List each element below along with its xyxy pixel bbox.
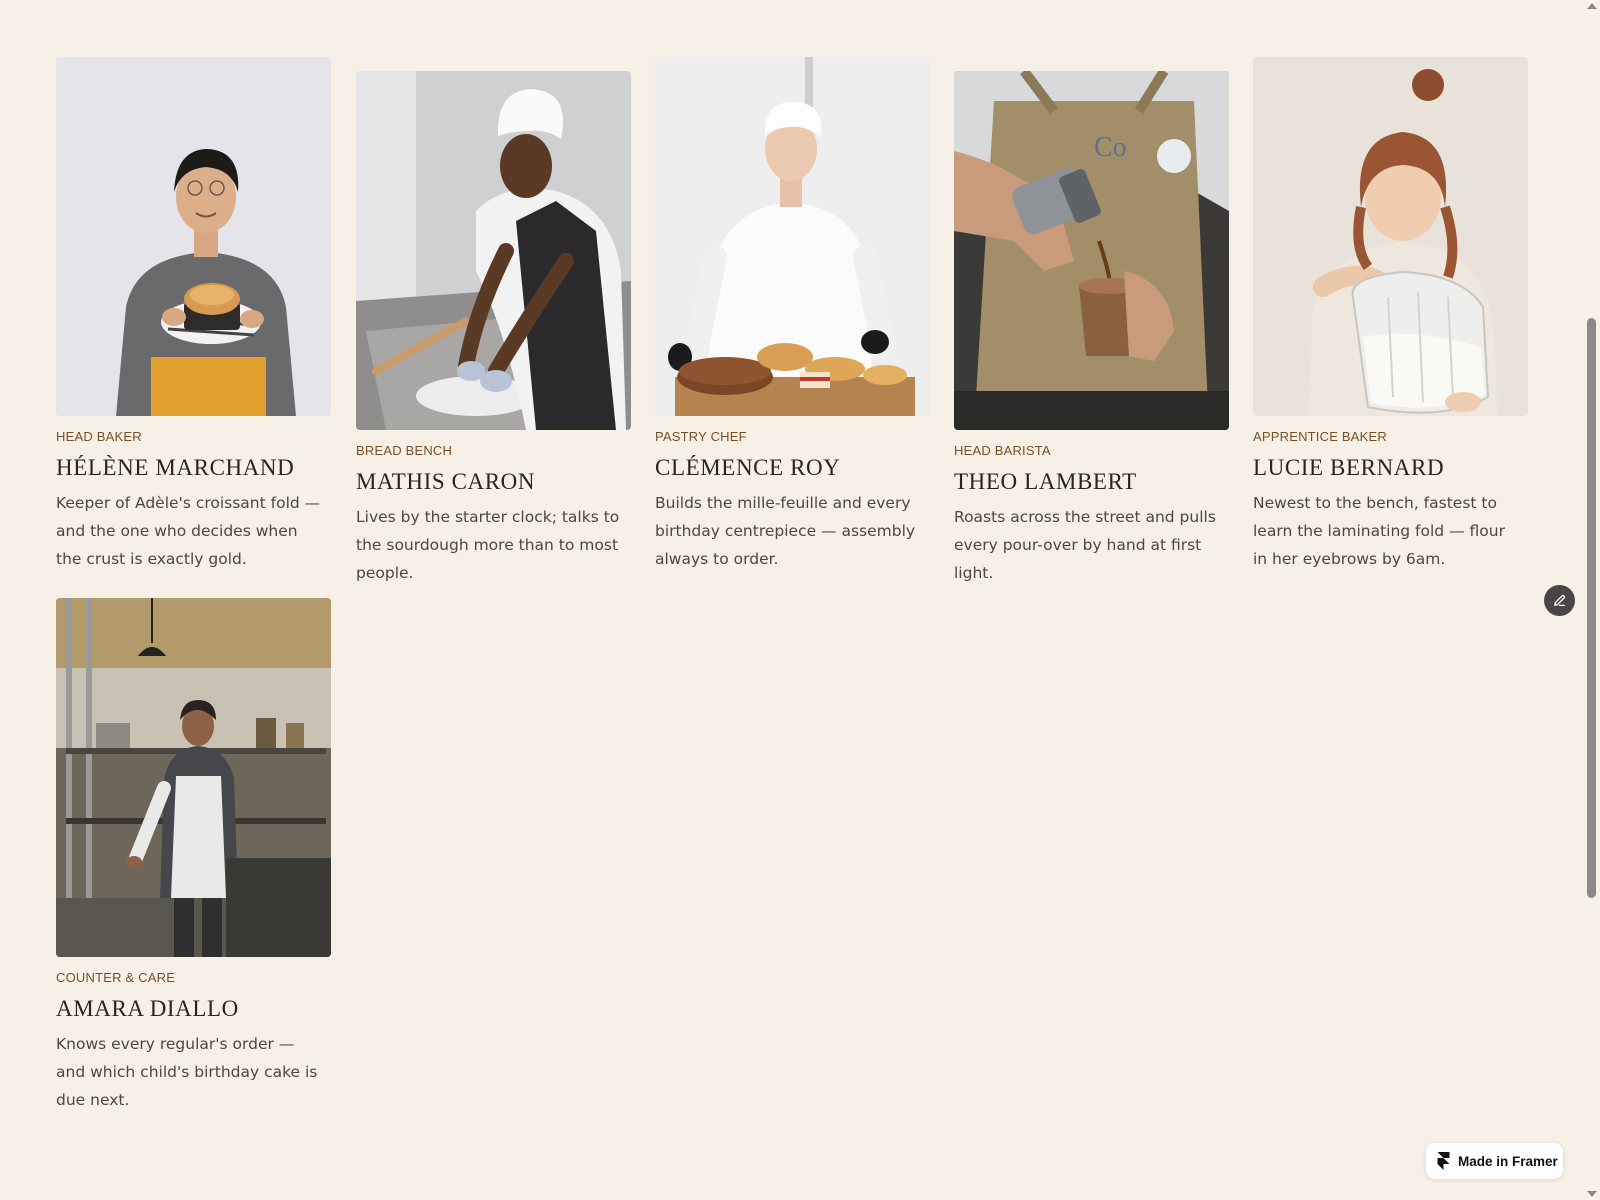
pencil-icon: [1554, 594, 1566, 607]
team-card: Bread Bench Mathis Caron Lives by the st…: [356, 71, 631, 587]
scroll-down-arrow-icon[interactable]: [1587, 1191, 1597, 1197]
edit-button[interactable]: [1544, 585, 1575, 616]
team-name: Amara Diallo: [56, 996, 239, 1021]
team-description: Newest to the bench, fastest to learn th…: [1253, 494, 1505, 568]
scrollbar-thumb[interactable]: [1587, 318, 1596, 898]
svg-text:Co: Co: [1094, 132, 1127, 163]
team-role: Apprentice Baker: [1253, 429, 1387, 444]
vertical-scrollbar[interactable]: [1583, 0, 1600, 1200]
team-photo: [56, 598, 331, 957]
team-description: Builds the mille-feuille and every birth…: [655, 494, 916, 568]
team-role: Counter & Care: [56, 970, 176, 985]
team-card: Counter & Care Amara Diallo Knows every …: [56, 598, 331, 1114]
team-description: Keeper of Adèle's croissant fold — and t…: [56, 494, 321, 568]
team-description: Knows every regular's order — and which …: [56, 1035, 318, 1109]
team-name: Mathis Caron: [356, 469, 536, 494]
team-photo: [356, 71, 631, 430]
team-role: Bread Bench: [356, 443, 453, 458]
team-photo: [1253, 57, 1528, 416]
made-in-framer-badge[interactable]: Made in Framer: [1426, 1143, 1563, 1179]
team-role: Pastry Chef: [655, 429, 747, 444]
team-card: Apprentice Baker Lucie Bernard Newest to…: [1253, 57, 1528, 573]
team-description: Roasts across the street and pulls every…: [954, 508, 1216, 582]
team-photo: Co: [954, 71, 1229, 430]
team-role: Head Baker: [56, 429, 142, 444]
team-photo: [655, 57, 930, 416]
team-section: Head Baker Hélène Marchand Keeper of Adè…: [0, 0, 1583, 1200]
team-name: Lucie Bernard: [1253, 455, 1445, 480]
team-description: Lives by the starter clock; talks to the…: [356, 508, 620, 582]
team-card: Pastry Chef Clémence Roy Builds the mill…: [655, 57, 930, 573]
team-name: Hélène Marchand: [56, 455, 295, 480]
team-photo: [56, 57, 331, 416]
team-role: Head Barista: [954, 443, 1051, 458]
team-card: Co Head Barista Theo Lambert Roasts acro…: [954, 71, 1229, 587]
team-card: Head Baker Hélène Marchand Keeper of Adè…: [56, 57, 331, 573]
team-name: Clémence Roy: [655, 455, 841, 480]
framer-logo-icon: [1437, 1152, 1450, 1170]
scroll-up-arrow-icon[interactable]: [1587, 3, 1597, 9]
team-name: Theo Lambert: [954, 469, 1137, 494]
framer-badge-label: Made in Framer: [1458, 1153, 1558, 1169]
